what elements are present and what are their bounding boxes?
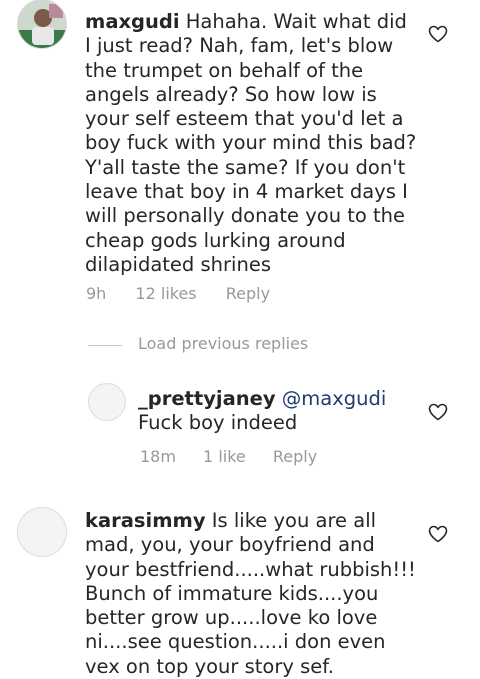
avatar[interactable] xyxy=(17,0,67,49)
heart-outline-icon[interactable] xyxy=(428,403,448,421)
reply-prettyjaney: _prettyjaney @maxgudi Fuck boy indeed 18… xyxy=(0,370,480,480)
avatar-photo xyxy=(18,0,66,48)
reply-meta: 18m 1 like Reply xyxy=(140,447,317,466)
avatar[interactable] xyxy=(17,507,67,557)
comment-karasimmy: karasimmy Is like you are all mad, you, … xyxy=(0,490,480,678)
reply-mention[interactable]: @maxgudi xyxy=(282,387,387,410)
heart-outline-icon[interactable] xyxy=(428,525,448,543)
comment-meta: 9h 12 likes Reply xyxy=(86,284,270,303)
comment-maxgudi: maxgudi Hahaha. Wait what did I just rea… xyxy=(0,0,480,310)
comment-text: karasimmy Is like you are all mad, you, … xyxy=(85,509,417,679)
comment-username[interactable]: karasimmy xyxy=(85,509,206,532)
avatar[interactable] xyxy=(88,383,126,421)
comment-body: Hahaha. Wait what did I just read? Nah, … xyxy=(85,10,417,276)
reply-button[interactable]: Reply xyxy=(226,284,270,303)
heart-outline-icon[interactable] xyxy=(428,25,448,43)
reply-username[interactable]: _prettyjaney xyxy=(138,387,276,410)
reply-text: _prettyjaney @maxgudi Fuck boy indeed xyxy=(138,387,416,436)
comment-username[interactable]: maxgudi xyxy=(85,10,180,33)
divider-line xyxy=(88,345,122,346)
reply-likes[interactable]: 1 like xyxy=(203,447,246,466)
load-previous-label[interactable]: Load previous replies xyxy=(138,334,308,353)
comment-body: Is like you are all mad, you, your boyfr… xyxy=(85,509,416,678)
comment-time: 9h xyxy=(86,284,107,303)
reply-body: Fuck boy indeed xyxy=(138,411,298,435)
reply-time: 18m xyxy=(140,447,176,466)
reply-button[interactable]: Reply xyxy=(273,447,317,466)
comment-text: maxgudi Hahaha. Wait what did I just rea… xyxy=(85,10,417,277)
comment-likes[interactable]: 12 likes xyxy=(135,284,196,303)
